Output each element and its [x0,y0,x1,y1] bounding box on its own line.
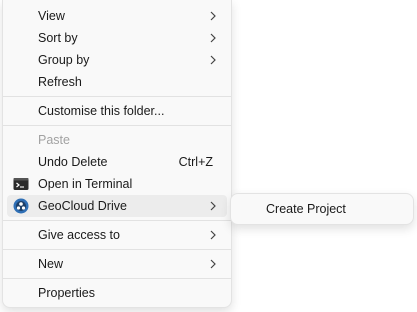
menu-item-sort-by[interactable]: Sort by [7,27,227,49]
menu-item-view-label: View [38,9,65,23]
chevron-right-icon [210,55,216,65]
menu-item-group-by[interactable]: Group by [7,49,227,71]
menu-item-give-access-label: Give access to [38,228,120,242]
menu-item-geocloud-drive-label: GeoCloud Drive [38,199,127,213]
menu-separator [3,125,231,126]
undo-shortcut-label: Ctrl+Z [178,155,213,169]
menu-item-open-in-terminal[interactable]: Open in Terminal [7,173,227,195]
menu-item-view[interactable]: View [7,5,227,27]
menu-item-new-label: New [38,257,64,271]
menu-separator [3,278,231,279]
chevron-right-icon [210,230,216,240]
menu-item-refresh[interactable]: Refresh [7,71,227,93]
context-menu: View Sort by Group by Refresh Customise … [2,0,232,308]
menu-item-geocloud-drive[interactable]: GeoCloud Drive [7,195,227,217]
chevron-right-icon [210,201,216,211]
menu-item-properties-label: Properties [38,286,95,300]
submenu-item-create-project-label: Create Project [266,202,346,216]
menu-item-paste: Paste [7,129,227,151]
menu-item-customise-label: Customise this folder... [38,104,165,118]
chevron-right-icon [210,33,216,43]
chevron-right-icon [210,11,216,21]
menu-separator [3,96,231,97]
terminal-icon [13,178,29,190]
menu-separator [3,220,231,221]
submenu-item-create-project[interactable]: Create Project [235,198,409,220]
menu-item-undo-delete[interactable]: Undo Delete Ctrl+Z [7,151,227,173]
menu-item-customise-folder[interactable]: Customise this folder... [7,100,227,122]
menu-separator [3,249,231,250]
geocloud-drive-icon [13,198,29,214]
chevron-right-icon [210,259,216,269]
menu-item-properties[interactable]: Properties [7,282,227,304]
menu-item-paste-label: Paste [38,133,70,147]
menu-item-refresh-label: Refresh [38,75,82,89]
geocloud-submenu: Create Project [230,193,414,225]
menu-item-give-access[interactable]: Give access to [7,224,227,246]
menu-item-open-in-terminal-label: Open in Terminal [38,177,133,191]
menu-item-new[interactable]: New [7,253,227,275]
menu-item-sort-by-label: Sort by [38,31,78,45]
menu-item-group-by-label: Group by [38,53,90,67]
menu-item-undo-delete-label: Undo Delete [38,155,108,169]
